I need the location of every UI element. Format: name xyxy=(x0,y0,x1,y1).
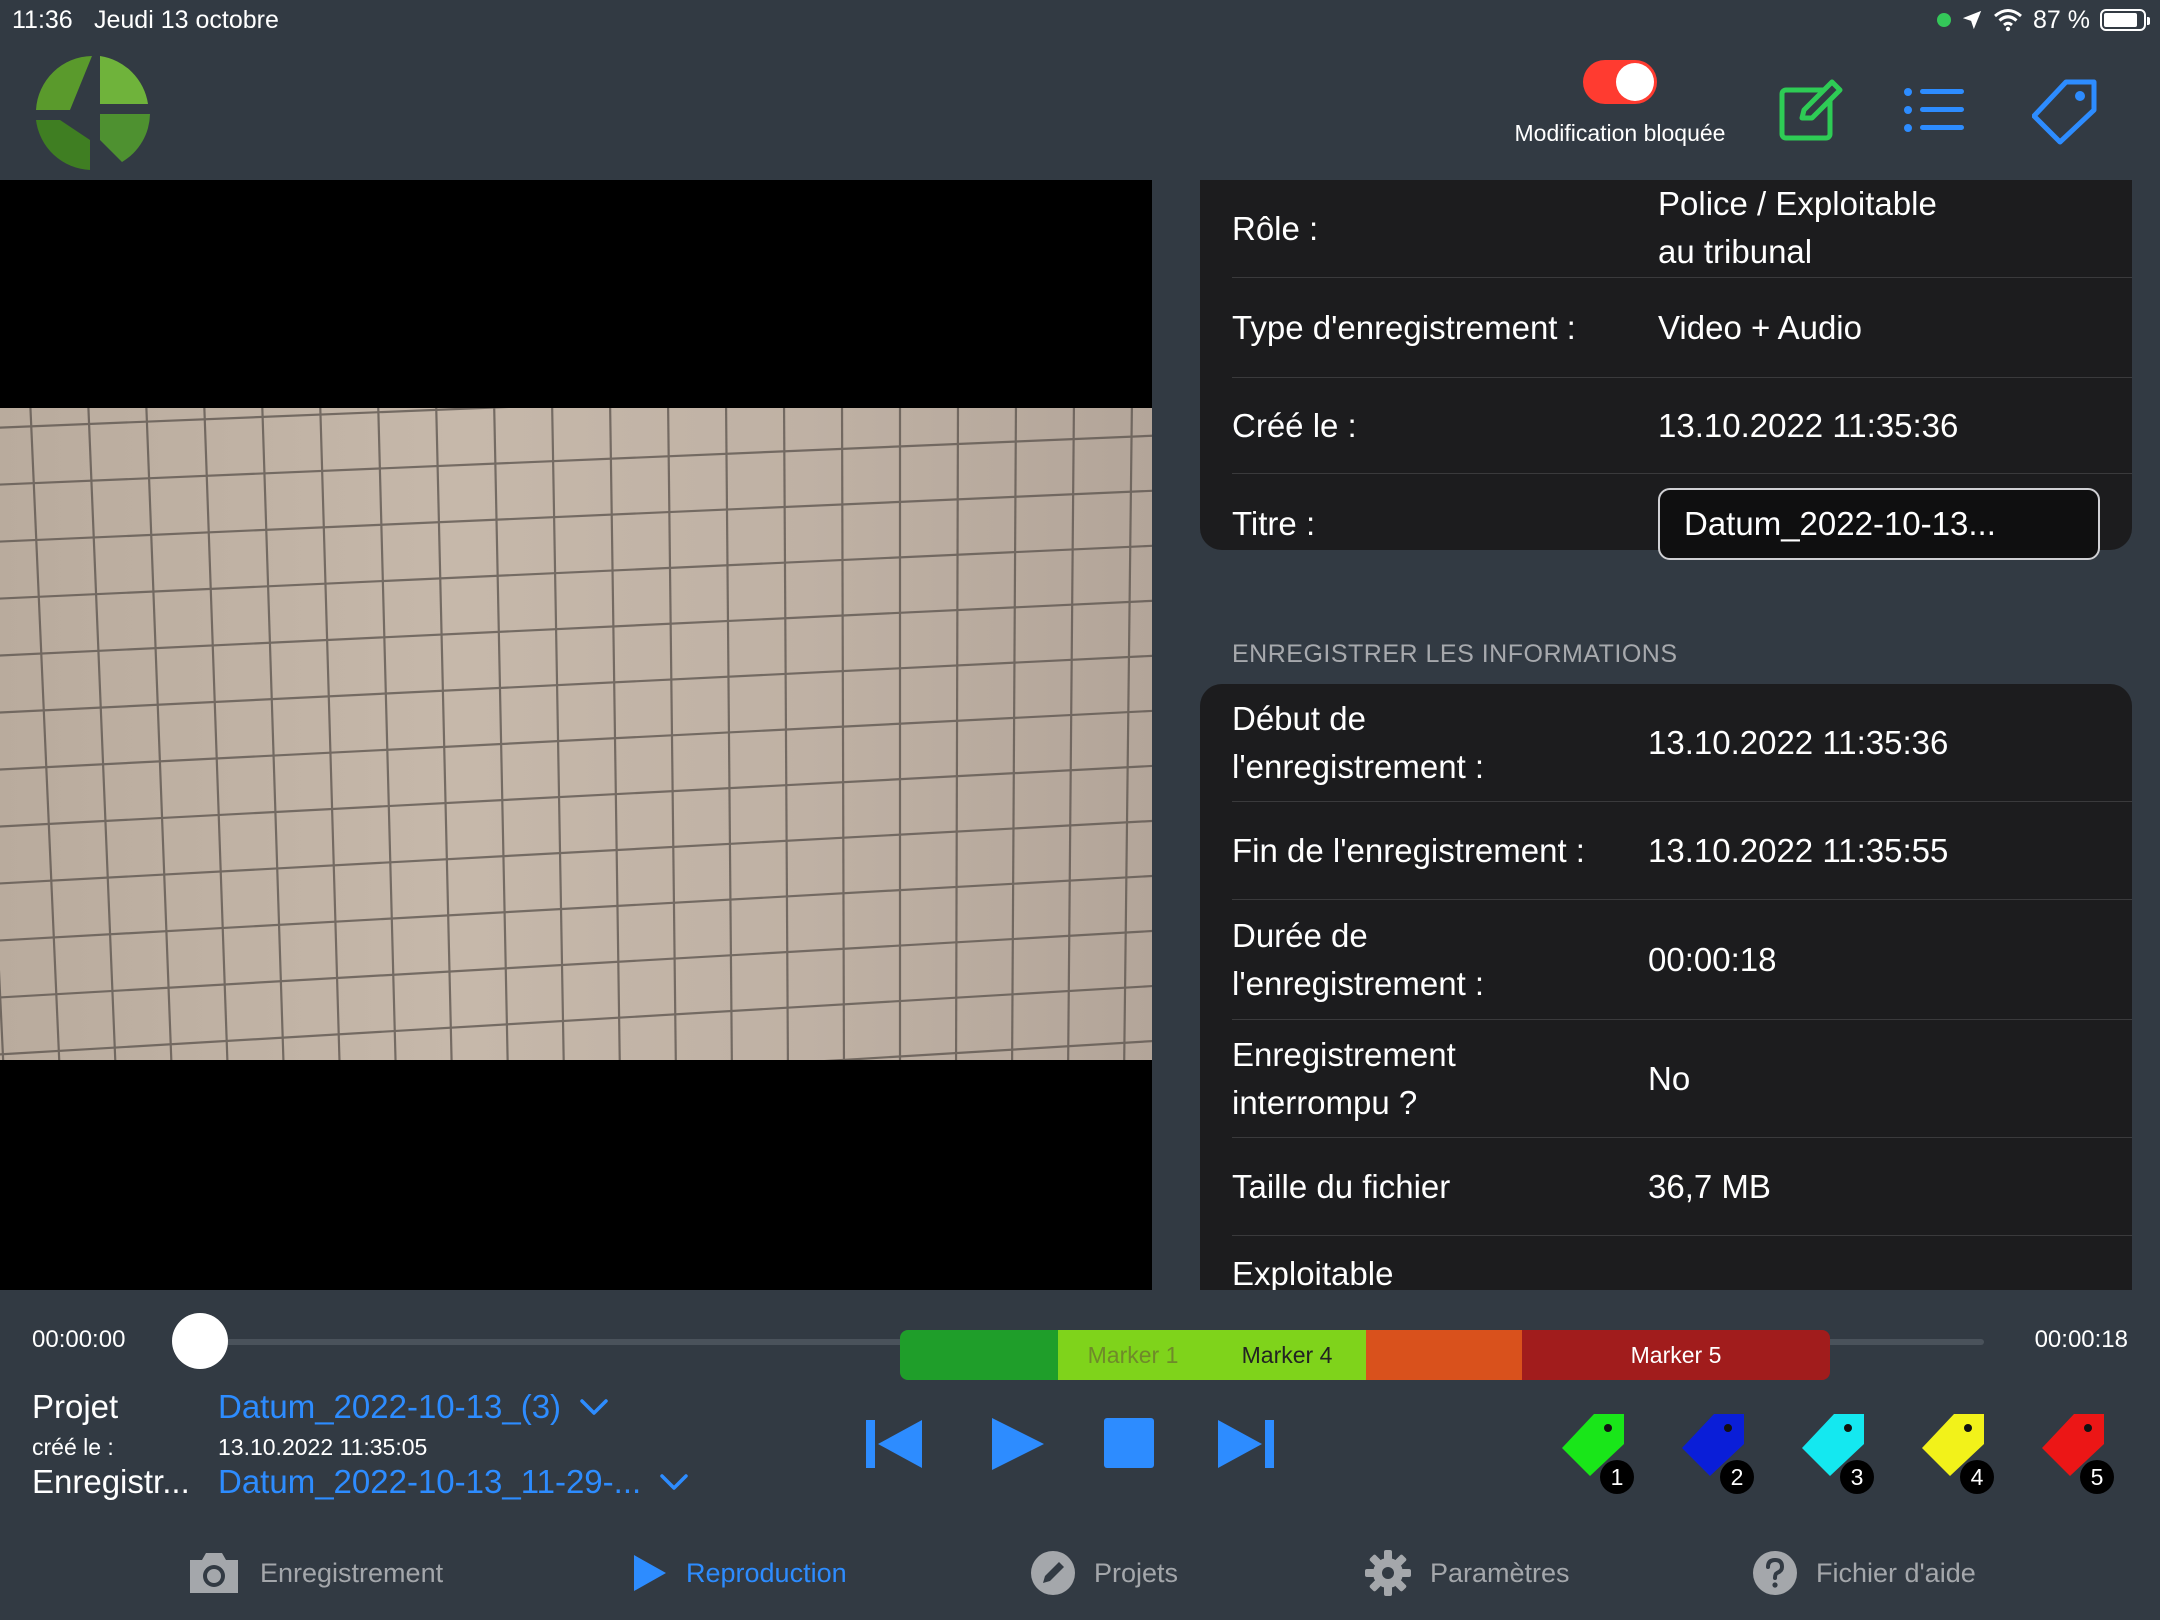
app-logo xyxy=(36,56,150,170)
help-icon xyxy=(1753,1551,1797,1595)
role-row: Rôle : Police / Exploitable au tribunal xyxy=(1232,180,2132,278)
battery-percent: 87 % xyxy=(2033,5,2090,34)
tab-parametres[interactable]: Paramètres xyxy=(1364,1548,1570,1598)
wifi-icon xyxy=(1994,9,2022,32)
type-row: Type d'enregistrement : Video + Audio xyxy=(1232,278,2132,378)
interrupted-value: No xyxy=(1648,1059,1691,1097)
status-right: 87 % xyxy=(1937,5,2150,34)
recording-details-card: Rôle : Police / Exploitable au tribunal T… xyxy=(1200,180,2132,560)
end-value: 13.10.2022 11:35:55 xyxy=(1648,831,1949,869)
created-value: 13.10.2022 11:35:36 xyxy=(1658,406,1959,444)
project-selector[interactable]: Datum_2022-10-13_(3) xyxy=(218,1388,609,1426)
marker-segment-3[interactable]: Marker 4 xyxy=(1208,1330,1366,1380)
play-icon[interactable] xyxy=(988,1414,1048,1474)
edit-lock-label: Modification bloquée xyxy=(1514,120,1726,146)
stop-icon[interactable] xyxy=(1100,1414,1160,1474)
recording-selector[interactable]: Datum_2022-10-13_11-29-... xyxy=(218,1463,689,1501)
marker-segment-2[interactable]: Marker 1 xyxy=(1058,1330,1208,1380)
recording-label: Enregistr... xyxy=(32,1463,190,1500)
created-row: Créé le : 13.10.2022 11:35:36 xyxy=(1232,378,2132,474)
start-value: 13.10.2022 11:35:36 xyxy=(1648,723,1949,761)
status-date: Jeudi 13 octobre xyxy=(94,6,279,34)
skip-forward-icon[interactable] xyxy=(1216,1414,1276,1474)
created-label: Créé le : xyxy=(1232,406,1357,444)
interrupted-row: Enregistrement interrompu ? No xyxy=(1232,1020,2132,1138)
type-label: Type d'enregistrement : xyxy=(1232,308,1576,346)
video-player[interactable] xyxy=(0,180,1152,1290)
marker-tag-5[interactable]: 5 xyxy=(2040,1410,2120,1494)
start-label: Début de l'enregistrement : xyxy=(1232,699,1485,785)
role-value: Police / Exploitable au tribunal xyxy=(1658,185,1937,270)
title-input[interactable]: Datum_2022-10-13... xyxy=(1658,488,2100,560)
marker-tag-1[interactable]: 1 xyxy=(1560,1410,1640,1494)
created-on-label: créé le : xyxy=(32,1434,114,1460)
marker-segment-1[interactable] xyxy=(900,1330,1058,1380)
record-info-section-title: ENREGISTRER LES INFORMATIONS xyxy=(1232,640,1678,668)
marker-segment-4[interactable] xyxy=(1366,1330,1522,1380)
details-panel[interactable]: Rôle : Police / Exploitable au tribunal T… xyxy=(1168,180,2160,1290)
recording-value: Datum_2022-10-13_11-29-... xyxy=(218,1463,642,1500)
record-info-card: Début de l'enregistrement : 13.10.2022 11… xyxy=(1200,684,2132,1290)
marker-segment-5[interactable]: Marker 5 xyxy=(1522,1330,1830,1380)
title-row: Titre : Datum_2022-10-13... xyxy=(1232,474,2132,574)
video-frame xyxy=(0,408,1152,1060)
total-time: 00:00:18 xyxy=(2034,1326,2128,1353)
tab-fichier-aide[interactable]: Fichier d'aide xyxy=(1752,1548,1976,1598)
tag-icon[interactable] xyxy=(2032,76,2102,146)
edit-icon[interactable] xyxy=(1776,76,1846,146)
interrupted-label: Enregistrement interrompu ? xyxy=(1232,1035,1456,1121)
tab-enregistrement[interactable]: Enregistrement xyxy=(186,1548,443,1598)
duration-value: 00:00:18 xyxy=(1648,940,1777,978)
camera-icon xyxy=(190,1553,238,1593)
tab-reproduction[interactable]: Reproduction xyxy=(632,1548,847,1598)
end-row: Fin de l'enregistrement : 13.10.2022 11:… xyxy=(1232,802,2132,900)
location-icon xyxy=(1962,10,1982,30)
end-label: Fin de l'enregistrement : xyxy=(1232,831,1585,869)
chevron-down-icon xyxy=(660,1474,688,1490)
start-row: Début de l'enregistrement : 13.10.2022 11… xyxy=(1232,684,2132,802)
play-icon xyxy=(634,1555,666,1591)
camera-indicator-icon xyxy=(1937,13,1952,27)
tab-projets[interactable]: Projets xyxy=(1030,1548,1178,1598)
marker-tag-3[interactable]: 3 xyxy=(1800,1410,1880,1494)
type-value: Video + Audio xyxy=(1658,308,1862,346)
edit-lock-toggle[interactable] xyxy=(1583,60,1657,104)
pencil-icon xyxy=(1031,1551,1075,1595)
duration-row: Durée de l'enregistrement : 00:00:18 xyxy=(1232,900,2132,1020)
gear-icon xyxy=(1365,1550,1411,1596)
project-label: Projet xyxy=(32,1388,119,1425)
skip-back-icon[interactable] xyxy=(864,1414,924,1474)
role-label: Rôle : xyxy=(1232,209,1319,247)
duration-label: Durée de l'enregistrement : xyxy=(1232,916,1485,1002)
battery-icon xyxy=(2100,9,2150,31)
filesize-value: 36,7 MB xyxy=(1648,1167,1771,1205)
status-time: 11:36 xyxy=(12,6,73,34)
exploitable-row: Exploitable xyxy=(1232,1236,2132,1290)
timeline-scrubber[interactable] xyxy=(172,1313,228,1369)
list-icon[interactable] xyxy=(1900,76,1970,146)
filesize-row: Taille du fichier 36,7 MB xyxy=(1232,1138,2132,1236)
project-value: Datum_2022-10-13_(3) xyxy=(218,1388,562,1425)
filesize-label: Taille du fichier xyxy=(1232,1167,1451,1205)
grid-paper-image xyxy=(0,408,1152,1060)
created-on-value: 13.10.2022 11:35:05 xyxy=(218,1434,428,1460)
status-bar: 11:36 Jeudi 13 octobre 87 % xyxy=(0,0,2160,40)
chevron-down-icon xyxy=(580,1399,608,1415)
edit-lock-control: Modification bloquée xyxy=(1500,60,1740,147)
exploitable-label: Exploitable xyxy=(1232,1255,1394,1290)
title-label: Titre : xyxy=(1232,505,1316,542)
current-time: 00:00:00 xyxy=(32,1326,126,1353)
marker-tag-2[interactable]: 2 xyxy=(1680,1410,1760,1494)
marker-tag-4[interactable]: 4 xyxy=(1920,1410,2000,1494)
